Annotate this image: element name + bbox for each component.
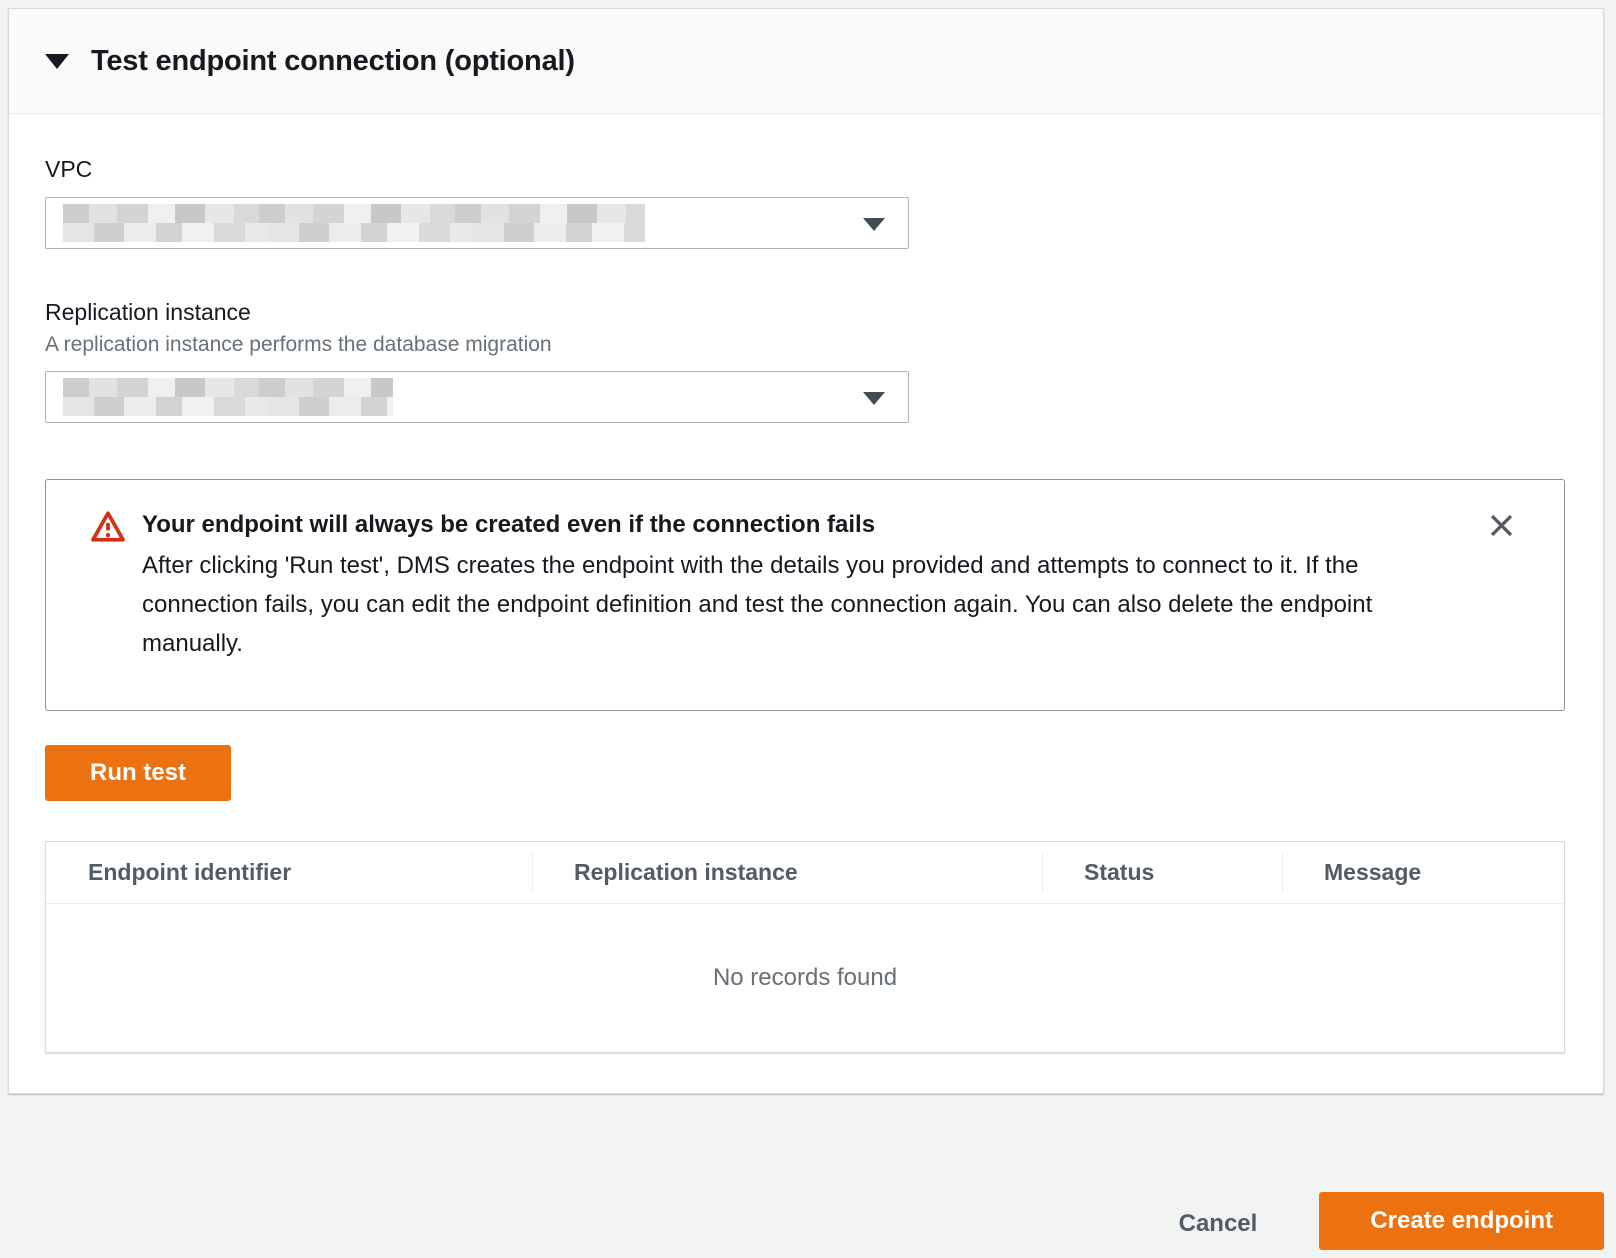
column-header-replication-instance: Replication instance <box>532 842 1042 903</box>
create-endpoint-button[interactable]: Create endpoint <box>1319 1192 1604 1250</box>
warning-alert-content: Your endpoint will always be created eve… <box>142 507 1442 663</box>
table-header-row: Endpoint identifier Replication instance… <box>46 842 1564 904</box>
redacted-vpc-value <box>63 204 645 242</box>
warning-alert-body: After clicking 'Run test', DMS creates t… <box>142 546 1442 663</box>
panel-body: VPC Replication instance A replication i… <box>9 114 1603 1093</box>
test-results-table: Endpoint identifier Replication instance… <box>45 841 1565 1053</box>
close-alert-button[interactable] <box>1484 508 1518 542</box>
replication-instance-label: Replication instance <box>45 299 1563 326</box>
close-icon <box>1488 512 1515 539</box>
panel-title: Test endpoint connection (optional) <box>91 45 575 78</box>
replication-instance-field-group: Replication instance A replication insta… <box>45 299 1563 423</box>
empty-state-message: No records found <box>46 904 1564 1052</box>
vpc-select[interactable] <box>45 197 909 249</box>
column-header-endpoint-identifier: Endpoint identifier <box>46 842 532 903</box>
run-test-button[interactable]: Run test <box>45 745 231 801</box>
cancel-button[interactable]: Cancel <box>1179 1210 1258 1238</box>
panel-header-toggle[interactable]: Test endpoint connection (optional) <box>9 9 1603 114</box>
vpc-field-group: VPC <box>45 156 1563 249</box>
test-endpoint-connection-panel: Test endpoint connection (optional) VPC … <box>8 8 1604 1094</box>
warning-alert-title: Your endpoint will always be created eve… <box>142 507 1442 543</box>
collapse-caret-icon <box>45 54 69 69</box>
chevron-down-icon <box>863 218 885 231</box>
warning-alert: Your endpoint will always be created eve… <box>45 479 1565 711</box>
replication-instance-select[interactable] <box>45 371 909 423</box>
chevron-down-icon <box>863 392 885 405</box>
column-header-message: Message <box>1282 842 1564 903</box>
warning-triangle-icon <box>90 510 126 548</box>
vpc-label: VPC <box>45 156 1563 183</box>
redacted-replication-instance-value <box>63 378 393 416</box>
form-actions-footer: Cancel Create endpoint <box>0 1100 1616 1258</box>
replication-instance-description: A replication instance performs the data… <box>45 333 1563 357</box>
column-header-status: Status <box>1042 842 1282 903</box>
